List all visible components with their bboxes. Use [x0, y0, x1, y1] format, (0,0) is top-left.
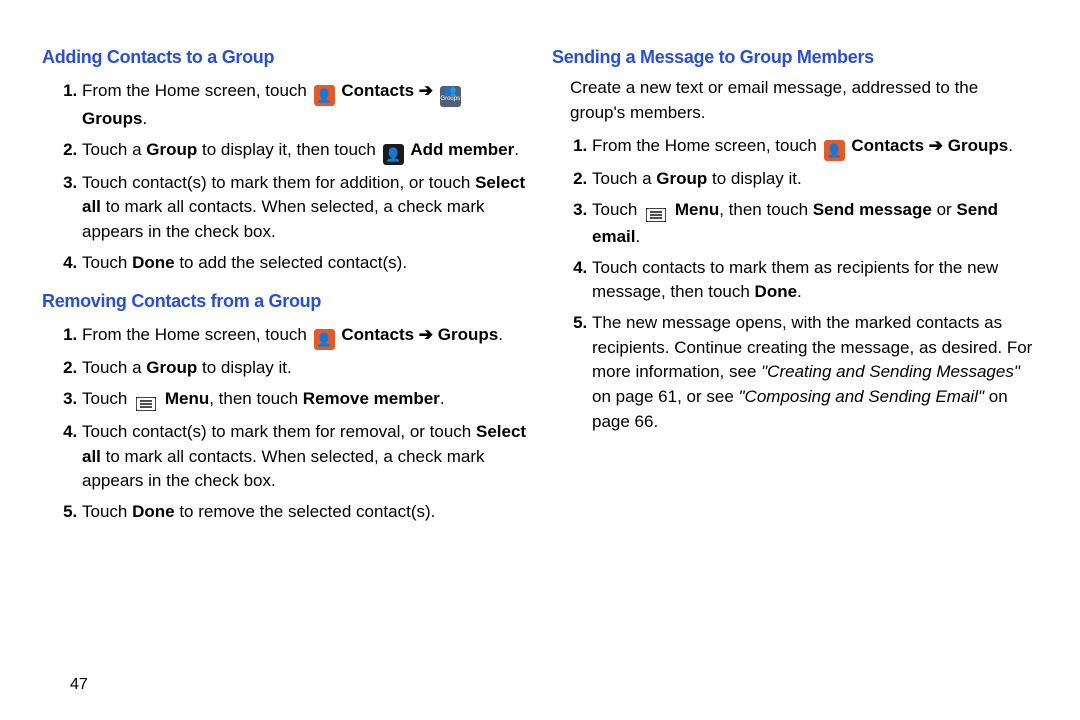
list-item: Touch Done to remove the selected contac… [82, 497, 528, 528]
list-item: Touch Menu, then touch Send message or S… [592, 195, 1038, 253]
right-column: Sending a Message to Group Members Creat… [540, 40, 1050, 710]
contact-icon [314, 329, 335, 350]
contact-icon [824, 140, 845, 161]
list-item: Touch a Group to display it, then touch … [82, 135, 528, 168]
groups-icon [440, 86, 461, 107]
heading-sending: Sending a Message to Group Members [552, 44, 1038, 70]
removing-steps: From the Home screen, touch Contacts ➔ G… [60, 320, 528, 527]
list-item: Touch contact(s) to mark them for additi… [82, 168, 528, 248]
list-item: From the Home screen, touch Contacts ➔ G… [82, 320, 528, 353]
heading-adding: Adding Contacts to a Group [42, 44, 528, 70]
arrow-icon [414, 81, 438, 100]
list-item: Touch a Group to display it. [592, 164, 1038, 195]
list-item: Touch a Group to display it. [82, 353, 528, 384]
list-item: Touch Menu, then touch Remove member. [82, 384, 528, 417]
page-number: 47 [70, 673, 88, 696]
list-item: Touch contact(s) to mark them for remova… [82, 417, 528, 497]
list-item: Touch Done to add the selected contact(s… [82, 248, 528, 279]
sending-lead: Create a new text or email message, addr… [570, 76, 1038, 125]
contact-icon [314, 85, 335, 106]
adding-steps: From the Home screen, touch Contacts Gro… [60, 76, 528, 278]
list-item: The new message opens, with the marked c… [592, 308, 1038, 437]
add-member-icon [383, 144, 404, 165]
menu-icon [644, 204, 668, 225]
left-column: Adding Contacts to a Group From the Home… [30, 40, 540, 710]
heading-removing: Removing Contacts from a Group [42, 288, 528, 314]
manual-page: Adding Contacts to a Group From the Home… [0, 0, 1080, 720]
list-item: Touch contacts to mark them as recipient… [592, 253, 1038, 308]
list-item: From the Home screen, touch Contacts Gro… [82, 76, 528, 135]
list-item: From the Home screen, touch Contacts ➔ G… [592, 131, 1038, 164]
sending-steps: From the Home screen, touch Contacts ➔ G… [570, 131, 1038, 437]
menu-icon [134, 393, 158, 414]
